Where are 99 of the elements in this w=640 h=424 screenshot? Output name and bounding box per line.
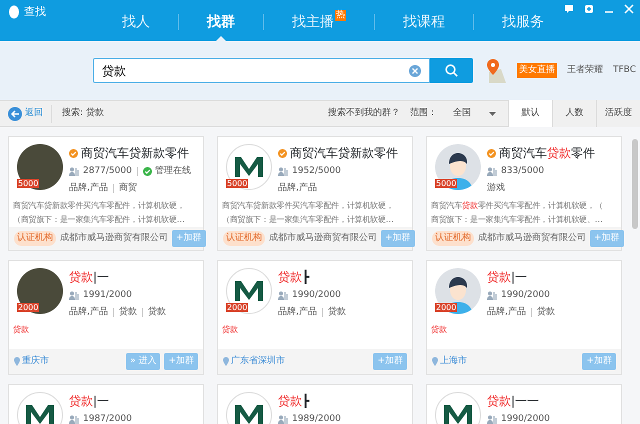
member-count: 1990/2000 bbox=[501, 289, 550, 302]
group-tag: 商贸 bbox=[118, 182, 137, 195]
clear-icon[interactable] bbox=[409, 64, 421, 76]
search-input[interactable]: 贷款 bbox=[102, 62, 409, 80]
description-line: 贷款 bbox=[13, 324, 30, 336]
caret-icon bbox=[489, 112, 496, 116]
members-icon bbox=[69, 415, 80, 424]
group-tag: 品牌,产品 bbox=[278, 306, 317, 319]
description-line: 贷款 bbox=[431, 324, 448, 336]
group-tag: 游戏 bbox=[487, 182, 505, 195]
group-name[interactable]: 贷款┣ bbox=[278, 268, 310, 286]
sort-tab[interactable]: 默认 bbox=[508, 100, 552, 127]
group-tag: 贷款 bbox=[148, 306, 166, 319]
search-button[interactable] bbox=[430, 58, 473, 83]
certified-tag: 认证机构 bbox=[14, 230, 56, 246]
group-tag: 品牌,产品 bbox=[487, 306, 526, 319]
avatar-photo-placeholder bbox=[17, 268, 63, 314]
m-logo-icon bbox=[443, 404, 473, 424]
group-name[interactable]: 商贸汽车贷款零件 bbox=[499, 144, 595, 162]
location-pin-icon bbox=[223, 357, 229, 366]
m-logo-icon bbox=[25, 404, 55, 424]
member-count: 1991/2000 bbox=[83, 289, 132, 302]
group-tag: 贷款 bbox=[536, 306, 555, 319]
group-name[interactable]: 贷款|一 bbox=[487, 268, 528, 286]
description-line: 商贸汽车贷款零件买汽车零配件，计算机软硬，（ bbox=[431, 200, 604, 212]
members-icon bbox=[278, 415, 289, 424]
online-check-icon bbox=[142, 167, 152, 176]
group-name[interactable]: 贷款|一 bbox=[69, 268, 110, 286]
hot-keyword-link[interactable]: 王者荣耀 bbox=[567, 64, 603, 78]
member-count: 1952/5000 bbox=[292, 165, 341, 178]
member-count: 1990/2000 bbox=[292, 289, 341, 302]
member-count: 1990/2000 bbox=[501, 413, 550, 424]
group-tag: 贷款 bbox=[118, 306, 137, 319]
group-name[interactable]: 商贸汽车贷新款零件 bbox=[81, 144, 189, 162]
member-limit-badge: 5000 bbox=[435, 179, 458, 188]
back-arrow-icon bbox=[8, 106, 22, 120]
sort-tab[interactable]: 人数 bbox=[552, 100, 596, 127]
search-icon bbox=[445, 64, 458, 77]
description-line: 商贸汽车贷新款零件买汽车零配件，计算机软硬， bbox=[222, 200, 395, 212]
member-limit-badge: 5000 bbox=[17, 179, 40, 188]
member-count: 2877/5000 bbox=[83, 165, 132, 178]
window-title: 查找 bbox=[24, 4, 46, 20]
group-tag: 品牌,产品 bbox=[69, 182, 108, 195]
hot-keyword-link[interactable]: TFBC bbox=[613, 64, 636, 78]
m-logo-icon bbox=[234, 404, 264, 424]
certified-tag: 认证机构 bbox=[223, 230, 265, 246]
hot-badge: 热 bbox=[335, 10, 346, 21]
members-icon bbox=[69, 291, 80, 300]
location-link[interactable]: 上海市 bbox=[440, 354, 467, 368]
company-name: 成都市威马逊商贸有限公司 bbox=[60, 232, 168, 245]
company-name: 成都市威马逊商贸有限公司 bbox=[269, 232, 377, 245]
description-line: （商贸旗下：是一家集汽车零配件，计算机软硬… bbox=[222, 214, 395, 226]
scrollbar-thumb[interactable] bbox=[632, 139, 638, 229]
group-tag: 品牌,产品 bbox=[278, 182, 317, 195]
location-pin-icon bbox=[432, 357, 438, 366]
sort-tab[interactable]: 活跃度 bbox=[596, 100, 640, 127]
search-query-label: 搜索: 贷款 bbox=[62, 106, 105, 120]
search-field[interactable]: 贷款 bbox=[93, 58, 430, 83]
close-icon[interactable] bbox=[624, 4, 634, 14]
group-tag: 品牌,产品 bbox=[69, 306, 108, 319]
group-name[interactable]: 贷款|一 bbox=[69, 392, 110, 410]
member-count: 833/5000 bbox=[501, 165, 544, 178]
members-icon bbox=[487, 167, 498, 176]
range-dropdown[interactable]: 全国 bbox=[447, 106, 502, 122]
description-line: 贷款 bbox=[222, 324, 239, 336]
members-icon bbox=[487, 415, 498, 424]
members-icon bbox=[487, 291, 498, 300]
feedback-icon[interactable] bbox=[564, 4, 574, 14]
members-icon bbox=[278, 291, 289, 300]
back-button[interactable]: 返回 bbox=[0, 104, 52, 122]
add-icon[interactable] bbox=[584, 4, 594, 14]
online-status: 管理在线 bbox=[154, 165, 191, 178]
description-line: 商贸汽车贷新款零件买汽车零配件，计算机软硬， bbox=[13, 200, 186, 212]
not-found-link[interactable]: 搜索不到我的群？ bbox=[328, 106, 400, 120]
certified-tag: 认证机构 bbox=[432, 230, 474, 246]
location-pin-icon bbox=[14, 357, 20, 366]
member-limit-badge: 2000 bbox=[226, 303, 248, 312]
member-count: 1989/2000 bbox=[292, 413, 341, 424]
members-icon bbox=[69, 167, 80, 176]
description-line: 商贸旗下：是一家集汽车零配件，计算机软硬、… bbox=[431, 214, 604, 226]
member-limit-badge: 2000 bbox=[17, 303, 40, 312]
group-name[interactable]: 贷款|一一 bbox=[487, 392, 540, 410]
member-limit-badge: 2000 bbox=[435, 303, 458, 312]
members-icon bbox=[278, 167, 289, 176]
range-label: 范围： bbox=[410, 106, 437, 120]
member-count: 1987/2000 bbox=[83, 413, 132, 424]
description-line: （商贸旗下：是一家集汽车零配件，计算机软硬… bbox=[13, 214, 186, 226]
group-name[interactable]: 贷款┣ bbox=[278, 392, 310, 410]
company-name: 成都市威马逊商贸有限公司 bbox=[478, 232, 586, 245]
member-limit-badge: 5000 bbox=[226, 179, 248, 188]
person-avatar bbox=[435, 144, 481, 190]
group-tag: 贷款 bbox=[328, 306, 346, 319]
avatar-photo-placeholder bbox=[17, 144, 63, 190]
m-logo-icon bbox=[234, 156, 264, 178]
m-logo-icon bbox=[234, 280, 264, 302]
map-pin-icon[interactable] bbox=[485, 58, 507, 84]
person-avatar bbox=[435, 268, 481, 314]
location-link[interactable]: 广东省深圳市 bbox=[231, 354, 285, 368]
group-name[interactable]: 商贸汽车贷新款零件 bbox=[290, 144, 398, 162]
